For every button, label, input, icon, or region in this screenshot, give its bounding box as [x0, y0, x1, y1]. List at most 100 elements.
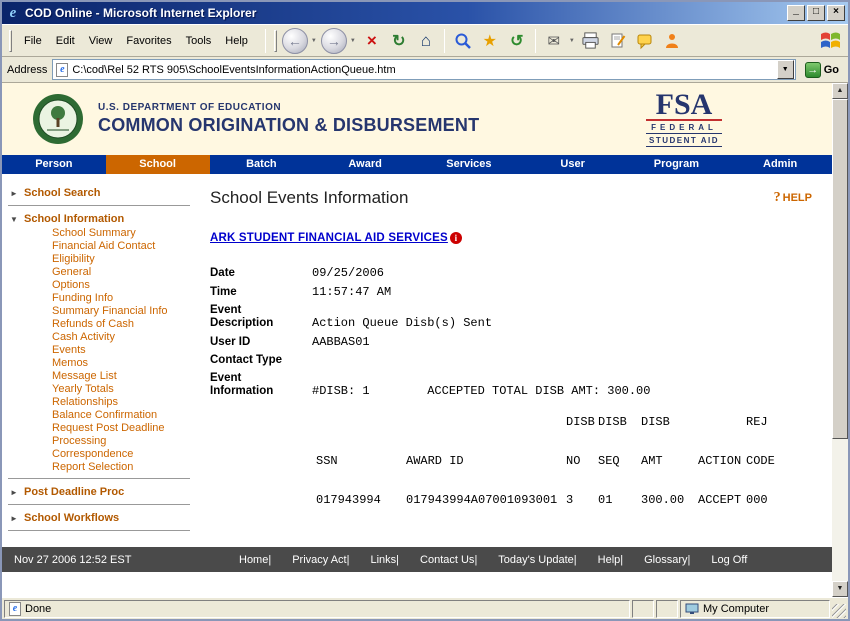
go-button[interactable]: → Go [801, 62, 843, 78]
scroll-up-icon[interactable]: ▲ [832, 83, 848, 99]
minimize-button[interactable]: _ [787, 5, 805, 21]
nav-tab[interactable]: Award [313, 155, 417, 174]
menu-item[interactable]: File [17, 32, 49, 50]
sidebar-link[interactable]: Balance Confirmation [2, 409, 198, 422]
search-button[interactable] [451, 29, 475, 53]
top-navigation: PersonSchoolBatchAwardServicesUserProgra… [2, 155, 832, 174]
nav-tab[interactable]: User [521, 155, 625, 174]
edit-button[interactable] [606, 29, 630, 53]
toolbar-separator [444, 29, 445, 53]
scrollbar-track[interactable] [832, 439, 848, 581]
sidebar-divider [8, 478, 190, 479]
menu-item[interactable]: Help [218, 32, 255, 50]
history-button[interactable]: ↺ [505, 29, 529, 53]
mail-button[interactable]: ✉ [542, 29, 566, 53]
scrollbar-thumb[interactable] [832, 99, 848, 439]
dept-line1: U.S. DEPARTMENT OF EDUCATION [98, 102, 479, 113]
field-label: Time [210, 286, 306, 299]
footer-link[interactable]: Contact Us [403, 554, 481, 566]
toolbar-separator [535, 29, 536, 53]
fsa-logo-text: FSA [646, 91, 722, 122]
nav-tab[interactable]: Person [2, 155, 106, 174]
home-button[interactable]: ⌂ [414, 29, 438, 53]
sidebar-link[interactable]: Refunds of Cash [2, 318, 198, 331]
col-header: DISB [639, 403, 696, 429]
sidebar-link[interactable]: Relationships [2, 396, 198, 409]
sidebar-section-school-search[interactable]: ► School Search [2, 184, 198, 201]
nav-tab[interactable]: Admin [728, 155, 832, 174]
sidebar-divider [8, 530, 190, 531]
nav-tab[interactable]: Batch [210, 155, 314, 174]
sidebar-section-school-information[interactable]: ▼ School Information [2, 210, 198, 227]
sidebar-link[interactable]: Events [2, 344, 198, 357]
cell-award-id: 017943994A07001093001 [404, 468, 564, 507]
go-arrow-icon: → [805, 62, 821, 78]
messenger-button[interactable] [660, 29, 684, 53]
sidebar-section-school-workflows[interactable]: ► School Workflows [2, 509, 198, 526]
field-row: Contact Type [210, 354, 816, 367]
status-panel: e Done [4, 600, 630, 618]
sidebar-link[interactable]: Correspondence [2, 448, 198, 461]
menu-item[interactable]: Tools [179, 32, 219, 50]
col-header: REJ [744, 403, 794, 429]
field-value: Action Queue Disb(s) Sent [312, 316, 492, 330]
sidebar-link[interactable]: General [2, 266, 198, 279]
sidebar: ► School Search ▼ School Information Sch… [2, 174, 198, 547]
toolbar-grip[interactable] [9, 30, 12, 52]
sidebar-link[interactable]: Message List [2, 370, 198, 383]
footer-link[interactable]: Log Off [695, 554, 755, 566]
field-row: Event Information #DISB: 1 ACCEPTED TOTA… [210, 372, 816, 398]
sidebar-link[interactable]: Memos [2, 357, 198, 370]
resize-grip[interactable] [832, 604, 846, 618]
back-button[interactable]: ← [282, 28, 308, 54]
school-name-link[interactable]: ARK STUDENT FINANCIAL AID SERVICES [210, 232, 448, 244]
vertical-scrollbar[interactable]: ▲ ▼ [832, 83, 848, 597]
help-label: HELP [783, 192, 812, 204]
table-header-row-2: SSN AWARD ID NO SEQ AMT ACTION CODE [314, 429, 794, 468]
footer-link[interactable]: Glossary [627, 554, 694, 566]
title-bar: e COD Online - Microsoft Internet Explor… [2, 2, 848, 24]
scroll-down-icon[interactable]: ▼ [832, 581, 848, 597]
print-button[interactable] [579, 29, 603, 53]
help-link[interactable]: ? HELP [774, 190, 812, 206]
address-dropdown-icon[interactable]: ▼ [777, 60, 794, 79]
fsa-federal-label: FEDERAL [646, 121, 722, 134]
field-value: 11:57:47 AM [312, 285, 391, 299]
back-dropdown-icon[interactable]: ▼ [311, 38, 317, 44]
favorites-button[interactable]: ★ [478, 29, 502, 53]
forward-button[interactable]: → [321, 28, 347, 54]
refresh-button[interactable]: ↻ [387, 29, 411, 53]
sidebar-link[interactable]: Options [2, 279, 198, 292]
address-input[interactable]: e C:\cod\Rel 52 RTS 905\SchoolEventsInfo… [52, 59, 795, 80]
nav-tab[interactable]: Program [625, 155, 729, 174]
menu-item[interactable]: View [82, 32, 120, 50]
footer-link[interactable]: Privacy Act [275, 554, 353, 566]
footer-link[interactable]: Today's Update [481, 554, 580, 566]
sidebar-link[interactable]: Funding Info [2, 292, 198, 305]
sidebar-link[interactable]: Financial Aid Contact [2, 240, 198, 253]
nav-tab[interactable]: School [106, 155, 210, 174]
toolbar-grip[interactable] [274, 30, 277, 52]
sidebar-link[interactable]: Processing [2, 435, 198, 448]
maximize-button[interactable]: □ [807, 5, 825, 21]
sidebar-link[interactable]: Yearly Totals [2, 383, 198, 396]
stop-button[interactable]: × [360, 29, 384, 53]
sidebar-link[interactable]: Eligibility [2, 253, 198, 266]
sidebar-link[interactable]: School Summary [2, 227, 198, 240]
discuss-button[interactable] [633, 29, 657, 53]
sidebar-link[interactable]: Report Selection [2, 461, 198, 474]
menu-item[interactable]: Edit [49, 32, 82, 50]
mail-dropdown-icon[interactable]: ▼ [569, 38, 575, 44]
menu-item[interactable]: Favorites [119, 32, 178, 50]
sidebar-link[interactable]: Summary Financial Info [2, 305, 198, 318]
info-icon[interactable]: i [450, 232, 462, 244]
nav-tab[interactable]: Services [417, 155, 521, 174]
close-button[interactable]: × [827, 5, 845, 21]
forward-dropdown-icon[interactable]: ▼ [350, 38, 356, 44]
page-bottom-filler [2, 572, 832, 597]
sidebar-link[interactable]: Cash Activity [2, 331, 198, 344]
address-value[interactable]: C:\cod\Rel 52 RTS 905\SchoolEventsInform… [72, 64, 772, 76]
sidebar-link[interactable]: Request Post Deadline [2, 422, 198, 435]
sidebar-section-post-deadline[interactable]: ► Post Deadline Proc [2, 483, 198, 500]
home-icon: ⌂ [421, 31, 431, 51]
